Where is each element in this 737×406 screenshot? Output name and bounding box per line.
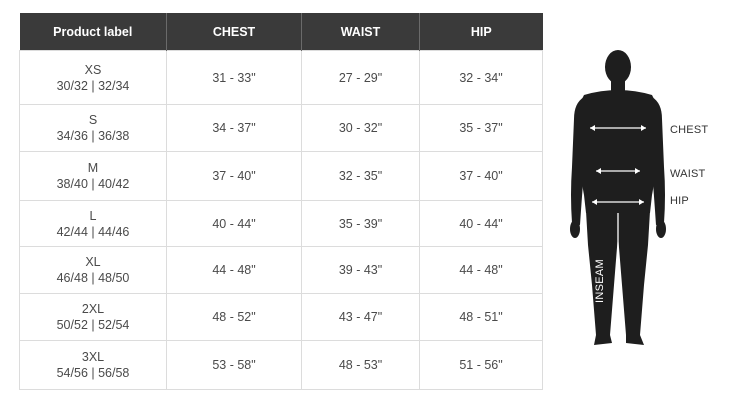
waist-cell: 32 - 35" [301, 151, 420, 201]
size-label-cell: XL 46/48 | 48/50 [19, 246, 167, 294]
table-row: XS 30/32 | 32/34 31 - 33" 27 - 29" 32 - … [19, 50, 543, 105]
waist-cell: 43 - 47" [301, 293, 420, 341]
size-name: S [88, 113, 98, 127]
size-name: XS [84, 62, 102, 77]
size-name: M [87, 161, 99, 175]
size-numeric: 46/48 | 48/50 [56, 271, 130, 285]
hip-cell: 40 - 44" [419, 200, 543, 247]
table-row: 3XL 54/56 | 56/58 53 - 58" 48 - 53" 51 -… [19, 340, 543, 390]
size-label-cell: 3XL 54/56 | 56/58 [19, 340, 167, 390]
size-numeric: 30/32 | 32/34 [56, 78, 130, 93]
size-name: 2XL [81, 302, 105, 316]
size-label-cell: S 34/36 | 36/38 [19, 104, 167, 152]
inseam-label: INSEAM [594, 259, 606, 303]
size-label-cell: L 42/44 | 44/46 [19, 200, 167, 247]
body-measurement-figure: CHEST WAIST HIP INSEAM [560, 45, 737, 355]
size-numeric: 50/52 | 52/54 [56, 318, 130, 332]
table-row: 2XL 50/52 | 52/54 48 - 52" 43 - 47" 48 -… [19, 293, 543, 341]
size-numeric: 38/40 | 40/42 [56, 177, 130, 191]
chest-cell: 31 - 33" [166, 50, 302, 105]
chest-cell: 48 - 52" [166, 293, 302, 341]
hip-cell: 37 - 40" [419, 151, 543, 201]
chest-cell: 44 - 48" [166, 246, 302, 294]
waist-cell: 35 - 39" [301, 200, 420, 247]
size-numeric: 34/36 | 36/38 [56, 129, 130, 143]
size-label-cell: XS 30/32 | 32/34 [19, 50, 167, 105]
waist-cell: 39 - 43" [301, 246, 420, 294]
size-name: L [89, 208, 97, 223]
chest-label: CHEST [670, 124, 709, 136]
table-row: S 34/36 | 36/38 34 - 37" 30 - 32" 35 - 3… [19, 104, 543, 152]
waist-cell: 48 - 53" [301, 340, 420, 390]
table-row: M 38/40 | 40/42 37 - 40" 32 - 35" 37 - 4… [19, 151, 543, 201]
column-header-product-label: Product label [19, 13, 167, 51]
body-silhouette-icon [570, 50, 666, 345]
hip-cell: 35 - 37" [419, 104, 543, 152]
hip-cell: 32 - 34" [419, 50, 543, 105]
chest-cell: 40 - 44" [166, 200, 302, 247]
table-row: XL 46/48 | 48/50 44 - 48" 39 - 43" 44 - … [19, 246, 543, 294]
chest-cell: 53 - 58" [166, 340, 302, 390]
hip-cell: 51 - 56" [419, 340, 543, 390]
size-numeric: 42/44 | 44/46 [56, 224, 130, 239]
waist-cell: 27 - 29" [301, 50, 420, 105]
column-header-chest: CHEST [166, 13, 302, 51]
waist-label: WAIST [670, 168, 706, 180]
size-numeric: 54/56 | 56/58 [56, 366, 130, 380]
size-name: 3XL [81, 350, 105, 364]
table-row: L 42/44 | 44/46 40 - 44" 35 - 39" 40 - 4… [19, 200, 543, 247]
chest-cell: 37 - 40" [166, 151, 302, 201]
size-name: XL [85, 255, 101, 269]
table-header-row: Product label CHEST WAIST HIP [19, 13, 543, 51]
column-header-waist: WAIST [301, 13, 420, 51]
hip-cell: 44 - 48" [419, 246, 543, 294]
column-header-hip: HIP [419, 13, 543, 51]
chest-cell: 34 - 37" [166, 104, 302, 152]
size-chart-table: Product label CHEST WAIST HIP XS 30/32 |… [19, 13, 543, 390]
size-label-cell: M 38/40 | 40/42 [19, 151, 167, 201]
hip-cell: 48 - 51" [419, 293, 543, 341]
size-label-cell: 2XL 50/52 | 52/54 [19, 293, 167, 341]
hip-label: HIP [670, 195, 689, 207]
waist-cell: 30 - 32" [301, 104, 420, 152]
